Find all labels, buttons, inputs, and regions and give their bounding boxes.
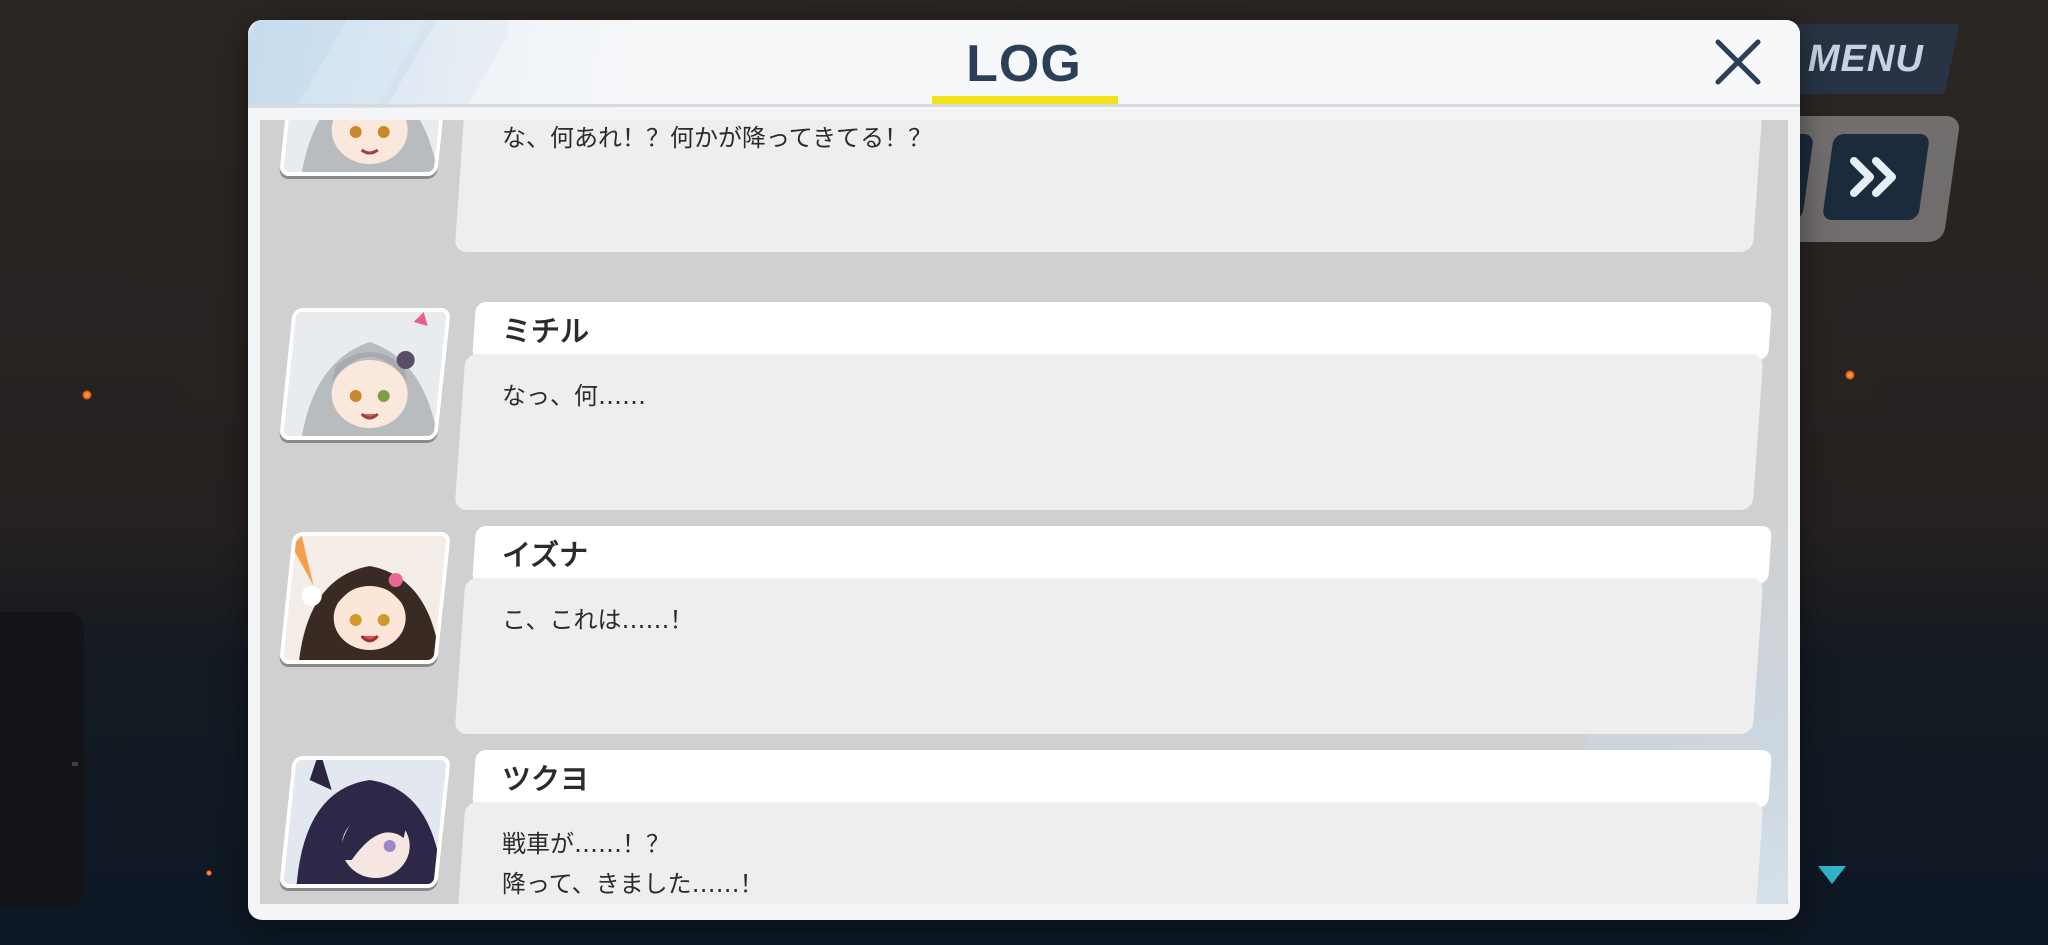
close-button[interactable] xyxy=(1710,34,1766,90)
speaker-name: ミチル xyxy=(502,314,590,348)
menu-button[interactable]: MENU xyxy=(1772,24,1960,94)
name-box xyxy=(471,302,1773,360)
fast-forward-button[interactable] xyxy=(1821,134,1931,220)
message-text: 戦車が……！？ 降って、きました……！ xyxy=(502,824,764,904)
name-box xyxy=(471,526,1773,584)
message-text: な、何あれ！？何かが降ってきてる！？ xyxy=(502,124,933,152)
log-title: LOG xyxy=(966,35,1082,93)
message-text: なっ、何…… xyxy=(502,382,646,410)
log-entry: イズナ こ、これは……！ xyxy=(260,526,1788,736)
speaker-name: ツクヨ xyxy=(502,762,590,796)
log-header: LOG xyxy=(248,20,1800,108)
log-entry: ツクヨ 戦車が……！？ 降って、きました……！ xyxy=(260,750,1788,904)
name-box xyxy=(471,750,1773,808)
log-entry: ミチル なっ、何…… xyxy=(260,302,1788,512)
character-avatar-izuna xyxy=(279,532,451,664)
fast-forward-icon xyxy=(1850,157,1896,197)
background-side-panel xyxy=(0,612,84,908)
message-line: 戦車が……！？ xyxy=(502,830,670,858)
message-box xyxy=(454,354,1764,510)
close-icon xyxy=(1715,39,1761,85)
log-scroll-area[interactable]: な、何あれ！？何かが降ってきてる！？ ミチル なっ、何…… イズナ こ、これは…… xyxy=(260,120,1788,904)
character-avatar-michiru xyxy=(279,308,451,440)
header-divider xyxy=(248,104,1800,107)
ember-light xyxy=(206,870,212,876)
ember-light xyxy=(1845,370,1855,380)
message-line: 降って、きました……！ xyxy=(502,870,764,898)
title-underline xyxy=(932,96,1118,104)
speaker-name: イズナ xyxy=(502,538,589,572)
log-dialog: LOG な、何あれ！？何かが降ってきてる！？ ミチル なっ、何…… イズナ こ、… xyxy=(248,20,1800,920)
ember-light xyxy=(82,390,92,400)
message-text: こ、これは……！ xyxy=(502,606,694,634)
log-entry: な、何あれ！？何かが降ってきてる！？ xyxy=(260,120,1788,254)
advance-indicator-icon xyxy=(1818,866,1846,884)
character-avatar-tsukuyo xyxy=(279,756,451,888)
menu-label: MENU xyxy=(1808,37,1924,80)
character-avatar-michiru xyxy=(279,120,451,176)
